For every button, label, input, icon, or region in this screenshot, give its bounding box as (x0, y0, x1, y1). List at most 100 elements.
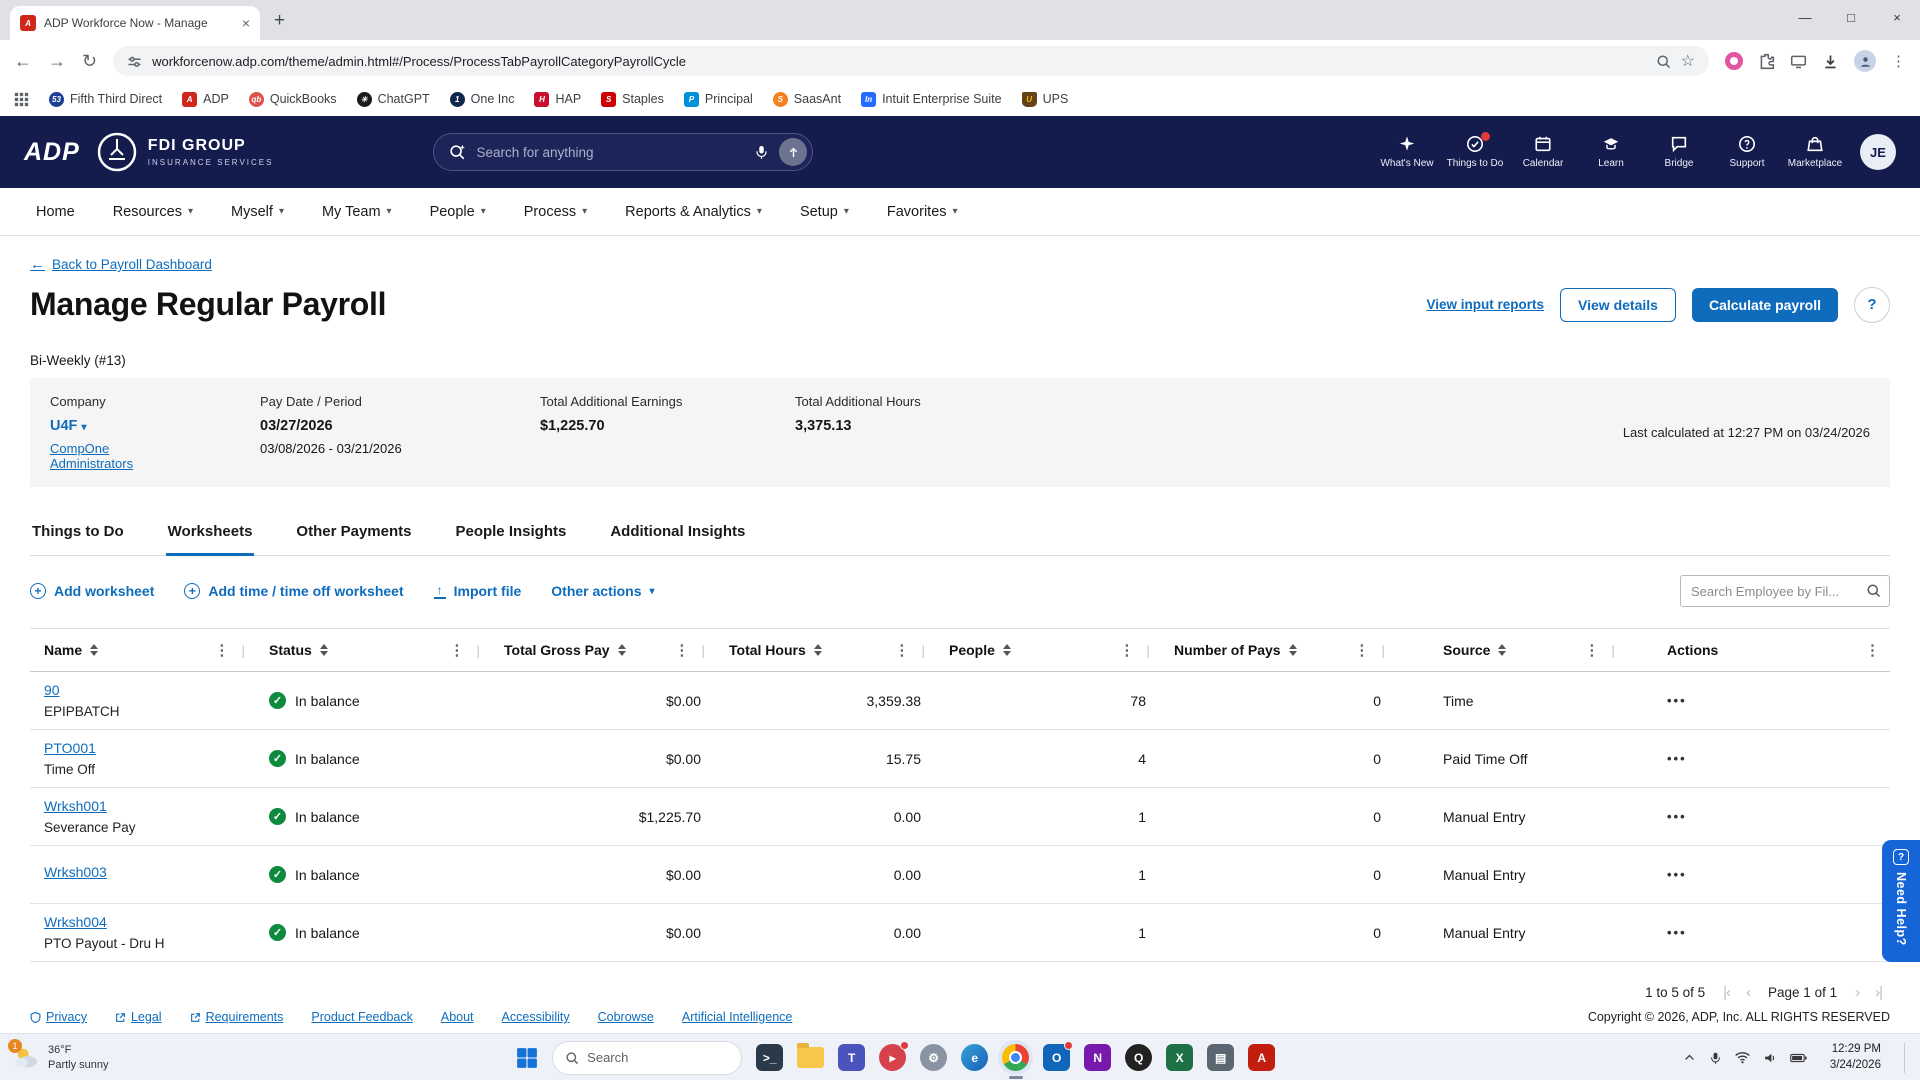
bookmark-item[interactable]: P Principal (683, 91, 753, 107)
column-menu-icon[interactable]: ⋮ (449, 641, 464, 659)
back-to-dashboard-link[interactable]: ← Back to Payroll Dashboard (30, 256, 212, 273)
worksheet-link[interactable]: Wrksh003 (44, 864, 107, 880)
bookmark-item[interactable]: S SaasAnt (772, 91, 841, 107)
calculate-payroll-button[interactable]: Calculate payroll (1691, 287, 1838, 322)
whats-new-button[interactable]: What's New (1376, 135, 1438, 169)
search-submit-button[interactable] (779, 138, 808, 166)
column-menu-icon[interactable]: ⋮ (1584, 641, 1599, 659)
tab-worksheets[interactable]: Worksheets (165, 517, 255, 556)
quickbooks-icon[interactable]: Q (1125, 1044, 1153, 1071)
view-input-reports-link[interactable]: View input reports (1427, 297, 1545, 312)
sort-icon[interactable] (617, 644, 626, 656)
battery-icon[interactable] (1789, 1052, 1807, 1064)
last-page-icon[interactable]: ›| (1875, 984, 1883, 1001)
add-worksheet-button[interactable]: + Add worksheet (30, 583, 154, 599)
column-menu-icon[interactable]: ⋮ (674, 641, 689, 659)
footer-link-privacy[interactable]: Privacy (30, 1010, 87, 1024)
excel-icon[interactable]: X (1166, 1044, 1194, 1071)
worksheet-link[interactable]: Wrksh001 (44, 798, 107, 814)
site-info-icon[interactable] (127, 54, 142, 69)
nav-item-home[interactable]: Home (36, 204, 75, 220)
worksheet-link[interactable]: Wrksh004 (44, 914, 107, 930)
footer-link-requirements[interactable]: Requirements (190, 1010, 283, 1024)
employee-search-input[interactable] (1680, 575, 1890, 607)
column-menu-icon[interactable]: ⋮ (1119, 641, 1134, 659)
bookmark-item[interactable]: 1 One Inc (449, 91, 514, 107)
media-player-icon[interactable]: ▸ (879, 1041, 910, 1071)
footer-link-cobrowse[interactable]: Cobrowse (598, 1010, 654, 1024)
company-link[interactable]: CompOne Administrators (50, 441, 133, 471)
row-actions-button[interactable]: ••• (1667, 809, 1687, 824)
nav-item-reports-analytics[interactable]: Reports & Analytics ▾ (625, 204, 762, 220)
bookmark-item[interactable]: qb QuickBooks (248, 91, 337, 107)
edge-icon[interactable]: e (961, 1044, 989, 1071)
nav-item-my-team[interactable]: My Team ▾ (322, 204, 392, 220)
browser-profile-icon[interactable] (1854, 50, 1876, 72)
worksheet-link[interactable]: PTO001 (44, 740, 96, 756)
close-tab-icon[interactable]: × (242, 15, 250, 31)
column-menu-icon[interactable]: ⋮ (894, 641, 909, 659)
prev-page-icon[interactable]: ‹ (1746, 984, 1751, 1001)
nav-item-people[interactable]: People ▾ (430, 204, 486, 220)
footer-link-legal[interactable]: Legal (115, 1010, 162, 1024)
file-explorer-icon[interactable] (797, 1043, 825, 1068)
sort-icon[interactable] (813, 644, 822, 656)
nav-item-myself[interactable]: Myself ▾ (231, 204, 284, 220)
extensions-puzzle-icon[interactable] (1758, 53, 1775, 70)
terminal-icon[interactable]: >_ (756, 1044, 784, 1071)
import-file-button[interactable]: ↑ Import file (433, 583, 521, 599)
back-icon[interactable]: ← (14, 52, 32, 70)
sort-icon[interactable] (319, 644, 328, 656)
footer-link-about[interactable]: About (441, 1010, 474, 1024)
wifi-icon[interactable] (1735, 1051, 1750, 1064)
nav-item-setup[interactable]: Setup ▾ (800, 204, 849, 220)
tab-people-insights[interactable]: People Insights (453, 517, 568, 555)
bookmark-item[interactable]: 53 Fifth Third Direct (49, 91, 162, 107)
first-page-icon[interactable]: |‹ (1723, 984, 1731, 1001)
sort-icon[interactable] (90, 644, 99, 656)
address-bar[interactable]: workforcenow.adp.com/theme/admin.html#/P… (113, 46, 1709, 76)
mic-icon[interactable] (754, 144, 769, 160)
apps-grid-icon[interactable] (14, 92, 29, 107)
things-to-do-button[interactable]: Things to Do (1444, 132, 1506, 169)
minimize-icon[interactable]: — (1782, 0, 1828, 34)
bookmark-item[interactable]: In Intuit Enterprise Suite (861, 91, 1002, 107)
column-menu-icon[interactable]: ⋮ (1354, 641, 1369, 659)
tab-things-to-do[interactable]: Things to Do (30, 517, 126, 555)
next-page-icon[interactable]: › (1855, 984, 1860, 1001)
taskbar-clock[interactable]: 12:29 PM 3/24/2026 (1830, 1042, 1881, 1073)
download-icon[interactable] (1822, 53, 1839, 70)
onenote-icon[interactable]: N (1084, 1044, 1112, 1071)
column-menu-icon[interactable]: ⋮ (1865, 641, 1880, 659)
tray-expand-icon[interactable] (1683, 1051, 1696, 1064)
close-window-icon[interactable]: × (1874, 0, 1920, 34)
teams-icon[interactable]: T (838, 1044, 866, 1071)
sort-icon[interactable] (1498, 644, 1507, 656)
show-desktop-button[interactable] (1903, 1042, 1908, 1073)
nav-item-favorites[interactable]: Favorites ▾ (887, 204, 958, 220)
user-avatar[interactable]: JE (1860, 134, 1896, 170)
view-details-button[interactable]: View details (1560, 287, 1676, 322)
bookmark-star-icon[interactable]: ☆ (1681, 51, 1695, 71)
search-icon[interactable] (1866, 583, 1881, 598)
bookmark-item[interactable]: U UPS (1021, 91, 1068, 107)
pink-extension-icon[interactable] (1725, 52, 1743, 70)
acrobat-icon[interactable]: A (1248, 1044, 1276, 1071)
company-selector[interactable]: U4F ▾ (50, 418, 195, 434)
worksheet-link[interactable]: 90 (44, 682, 60, 698)
need-help-button[interactable]: ? Need Help? (1882, 840, 1920, 962)
bookmark-item[interactable]: A ADP (182, 91, 229, 107)
zoom-icon[interactable] (1656, 54, 1671, 69)
bookmark-item[interactable]: S Staples (601, 91, 664, 107)
column-menu-icon[interactable]: ⋮ (214, 641, 229, 659)
refresh-icon[interactable]: ↻ (82, 52, 97, 70)
taskbar-search[interactable]: Search (552, 1040, 743, 1075)
mic-status-icon[interactable] (1709, 1051, 1722, 1065)
bookmark-item[interactable]: H HAP (534, 91, 581, 107)
marketplace-button[interactable]: Marketplace (1784, 135, 1846, 169)
browser-tab[interactable]: A ADP Workforce Now - Manage × (10, 6, 260, 40)
calendar-button[interactable]: Calendar (1512, 135, 1574, 169)
bridge-button[interactable]: Bridge (1648, 135, 1710, 169)
settings-icon[interactable]: ⚙ (920, 1044, 948, 1071)
row-actions-button[interactable]: ••• (1667, 751, 1687, 766)
